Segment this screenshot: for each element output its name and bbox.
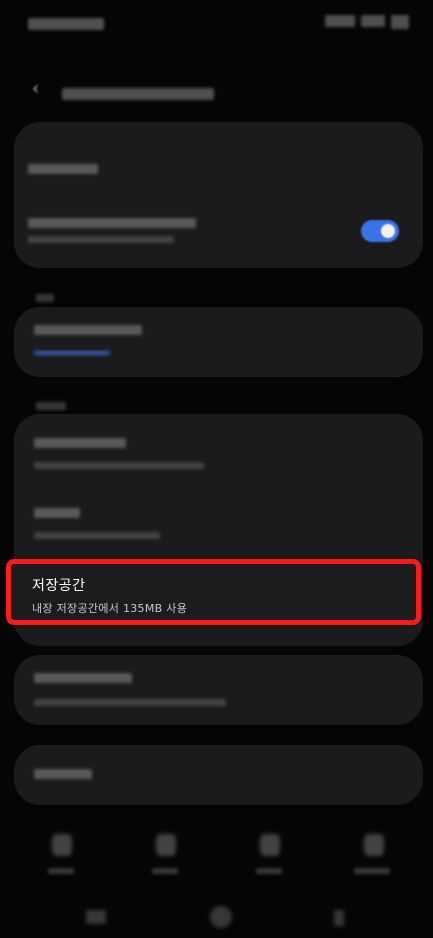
home-button-icon[interactable] [210,906,232,928]
tab-favorites[interactable] [240,828,300,888]
tab-apps[interactable] [136,828,196,888]
toggle-switch[interactable] [361,220,399,242]
settings-item[interactable] [14,434,423,474]
tab-home[interactable] [32,828,92,888]
back-button-icon[interactable] [334,910,344,926]
section-label [36,395,66,414]
star-icon [260,834,280,856]
toggle-knob [381,224,395,238]
storage-item[interactable]: 저장공간 내장 저장공간에서 135MB 사용 [12,565,419,621]
arrow-left-icon[interactable]: ‹ [32,80,44,98]
storage-subtitle: 내장 저장공간에서 135MB 사용 [32,602,188,615]
apps-icon [156,834,176,856]
recent-apps-icon[interactable] [86,910,106,924]
settings-card-item[interactable] [14,745,423,805]
system-nav-bar [0,898,433,938]
status-icons [325,15,409,29]
account-icon [364,834,384,856]
signal-icon [325,15,355,27]
app-header: ‹ [0,70,433,110]
storage-title: 저장공간 [32,578,86,594]
page-title [62,85,214,104]
settings-card-item[interactable] [14,655,423,725]
settings-card-top [14,122,423,268]
bottom-tab-bar [0,828,433,888]
settings-card-link[interactable] [14,307,423,377]
tab-account[interactable] [344,828,404,888]
status-time [28,15,104,34]
section-label [36,287,54,306]
status-bar [0,0,433,44]
settings-item[interactable] [14,156,423,186]
battery-icon [391,15,409,29]
settings-item[interactable] [14,504,423,544]
wifi-icon [361,15,385,27]
home-icon [52,834,72,856]
